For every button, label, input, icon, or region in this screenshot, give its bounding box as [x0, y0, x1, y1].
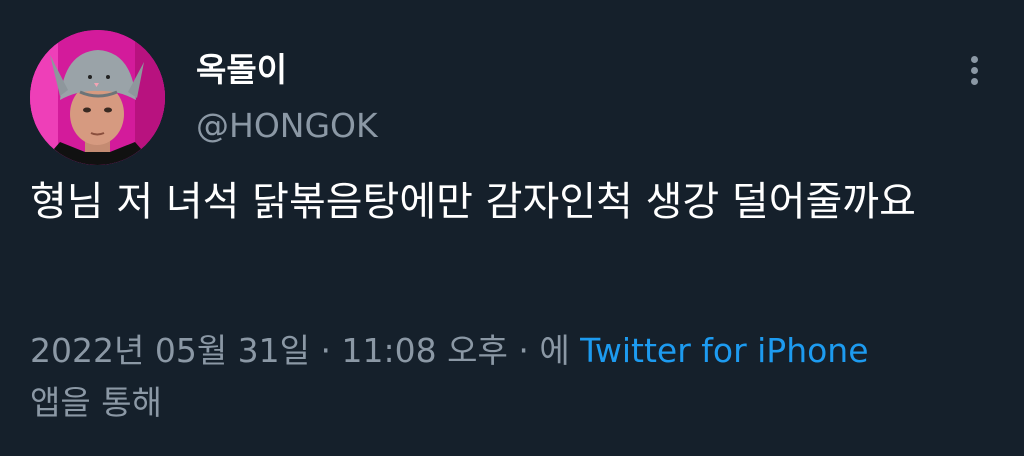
tweet-date[interactable]: 2022년 05월 31일	[30, 331, 310, 370]
tweet-metadata: 2022년 05월 31일 · 11:08 오후 · 에 Twitter for…	[30, 325, 990, 429]
meta-separator: ·	[507, 331, 540, 370]
via-suffix: 앱을 통해	[30, 383, 162, 422]
more-vertical-icon-dot	[971, 67, 978, 74]
avatar-image	[30, 30, 165, 165]
more-vertical-icon	[971, 56, 978, 63]
source-link[interactable]: Twitter for iPhone	[580, 331, 868, 370]
display-name[interactable]: 옥돌이	[196, 50, 287, 90]
tweet-time[interactable]: 11:08 오후	[342, 331, 508, 370]
more-vertical-icon-dot	[971, 78, 978, 85]
tweet-card: 옥돌이 @HONGOK 형님 저 녀석 닭볶음탕에만 감자인척 생강 덜어줄까요…	[0, 0, 1024, 456]
more-options-button[interactable]	[955, 50, 995, 90]
meta-separator: ·	[310, 331, 342, 370]
via-prefix: 에	[539, 331, 581, 370]
user-handle[interactable]: @HONGOK	[196, 106, 378, 146]
tweet-text: 형님 저 녀석 닭볶음탕에만 감자인척 생강 덜어줄까요	[30, 179, 916, 225]
avatar[interactable]	[30, 30, 165, 165]
